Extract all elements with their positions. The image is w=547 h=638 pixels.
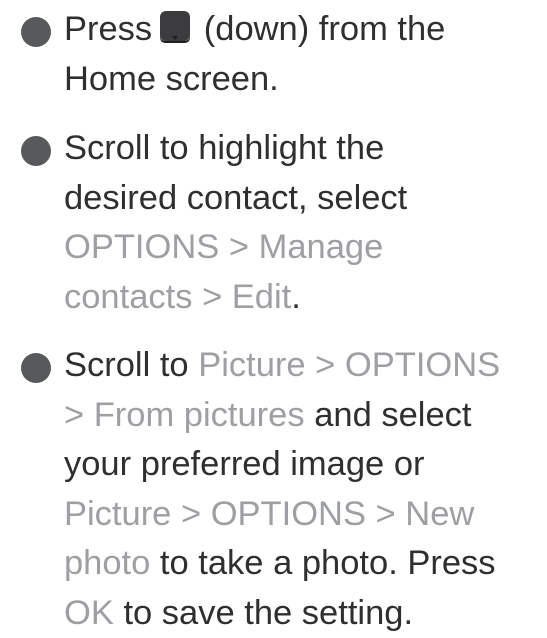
text-line: OPTIONS > Manage — [64, 223, 544, 273]
text-line: desired contact, select — [64, 174, 544, 224]
menu-path-text: photo — [64, 544, 150, 582]
text-line: Scroll to Picture > OPTIONS — [64, 341, 544, 391]
text-run: Scroll to highlight the — [64, 129, 384, 167]
step-text: Scroll to highlight the desired contact,… — [64, 124, 544, 322]
text-line: contacts > Edit. — [64, 273, 544, 323]
text-line: > From pictures and select — [64, 391, 544, 441]
text-run: Home screen. — [64, 60, 279, 98]
bullet-icon — [21, 353, 51, 383]
text-run: and select — [305, 396, 472, 434]
instruction-document: Press (down) from the Home screen. Scrol… — [0, 0, 547, 637]
text-line: OK to save the setting. — [64, 589, 544, 638]
text-run: to save the setting. — [114, 594, 413, 632]
bullet-icon — [21, 136, 51, 166]
down-key-icon — [158, 9, 192, 43]
text-line: photo to take a photo. Press — [64, 539, 544, 589]
menu-path-text: OK — [64, 594, 114, 632]
text-run: your preferred image or — [64, 445, 425, 483]
text-line: your preferred image or — [64, 440, 544, 490]
text-line: Press (down) from the — [64, 5, 544, 55]
menu-path-text: Picture > OPTIONS — [198, 346, 500, 384]
menu-path-text: Picture > OPTIONS > New — [64, 495, 474, 533]
text-run: (down) from the — [194, 10, 445, 48]
menu-path-text: > From pictures — [64, 396, 305, 434]
text-run: desired contact, select — [64, 179, 407, 217]
step-text: Scroll to Picture > OPTIONS > From pictu… — [64, 341, 544, 638]
step-text: Press (down) from the Home screen. — [64, 5, 544, 104]
menu-path-text: contacts > Edit — [64, 278, 291, 316]
text-run: . — [291, 278, 301, 316]
menu-path-text: OPTIONS > Manage — [64, 228, 383, 266]
text-line: Home screen. — [64, 55, 544, 105]
text-line: Scroll to highlight the — [64, 124, 544, 174]
text-run: Scroll to — [64, 346, 198, 384]
text-run: Press — [64, 10, 152, 48]
bullet-icon — [21, 17, 51, 47]
text-line: Picture > OPTIONS > New — [64, 490, 544, 540]
text-run: to take a photo. Press — [150, 544, 495, 582]
